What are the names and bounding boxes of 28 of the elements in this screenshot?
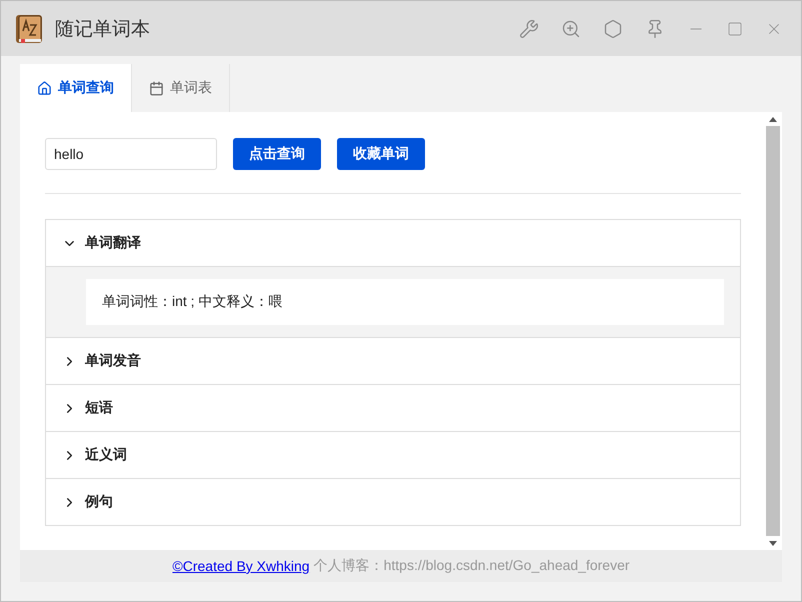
favorite-button[interactable]: 收藏单词 — [337, 138, 425, 170]
zoom-in-icon[interactable] — [561, 18, 581, 38]
word-input[interactable]: hello — [45, 138, 217, 170]
scrollbar-thumb[interactable] — [766, 126, 780, 536]
accordion-header[interactable]: 短语 — [46, 384, 740, 431]
book-logo-icon — [13, 12, 45, 44]
accordion-header[interactable]: 例句 — [46, 478, 740, 525]
section-title: 短语 — [85, 399, 113, 417]
section-title: 近义词 — [85, 446, 127, 464]
section-title: 单词翻译 — [85, 234, 141, 252]
accordion-header[interactable]: 单词发音 — [46, 337, 740, 384]
accordion-header[interactable]: 近义词 — [46, 431, 740, 478]
calendar-icon — [149, 80, 164, 96]
section-title: 单词发音 — [85, 352, 141, 370]
section-title: 例句 — [85, 493, 113, 511]
scroll-down-icon[interactable] — [769, 540, 777, 546]
wrench-icon[interactable] — [519, 18, 539, 38]
blog-text: 个人博客：https://blog.csdn.net/Go_ahead_forever — [314, 557, 630, 575]
author-link[interactable]: ©Created By Xwhking — [172, 558, 310, 574]
settings-icon[interactable] — [603, 18, 623, 38]
maximize-icon[interactable] — [727, 20, 743, 36]
scroll-up-icon[interactable] — [769, 116, 777, 122]
tab[interactable]: 单词查询 — [20, 64, 132, 112]
search-button[interactable]: 点击查询 — [233, 138, 321, 170]
accordion-header[interactable]: 单词翻译 — [46, 220, 740, 266]
home-icon — [37, 80, 52, 96]
window-title: 随记单词本 — [55, 18, 151, 42]
translation-text: 单词词性：int ; 中文释义：喂 — [86, 279, 724, 325]
